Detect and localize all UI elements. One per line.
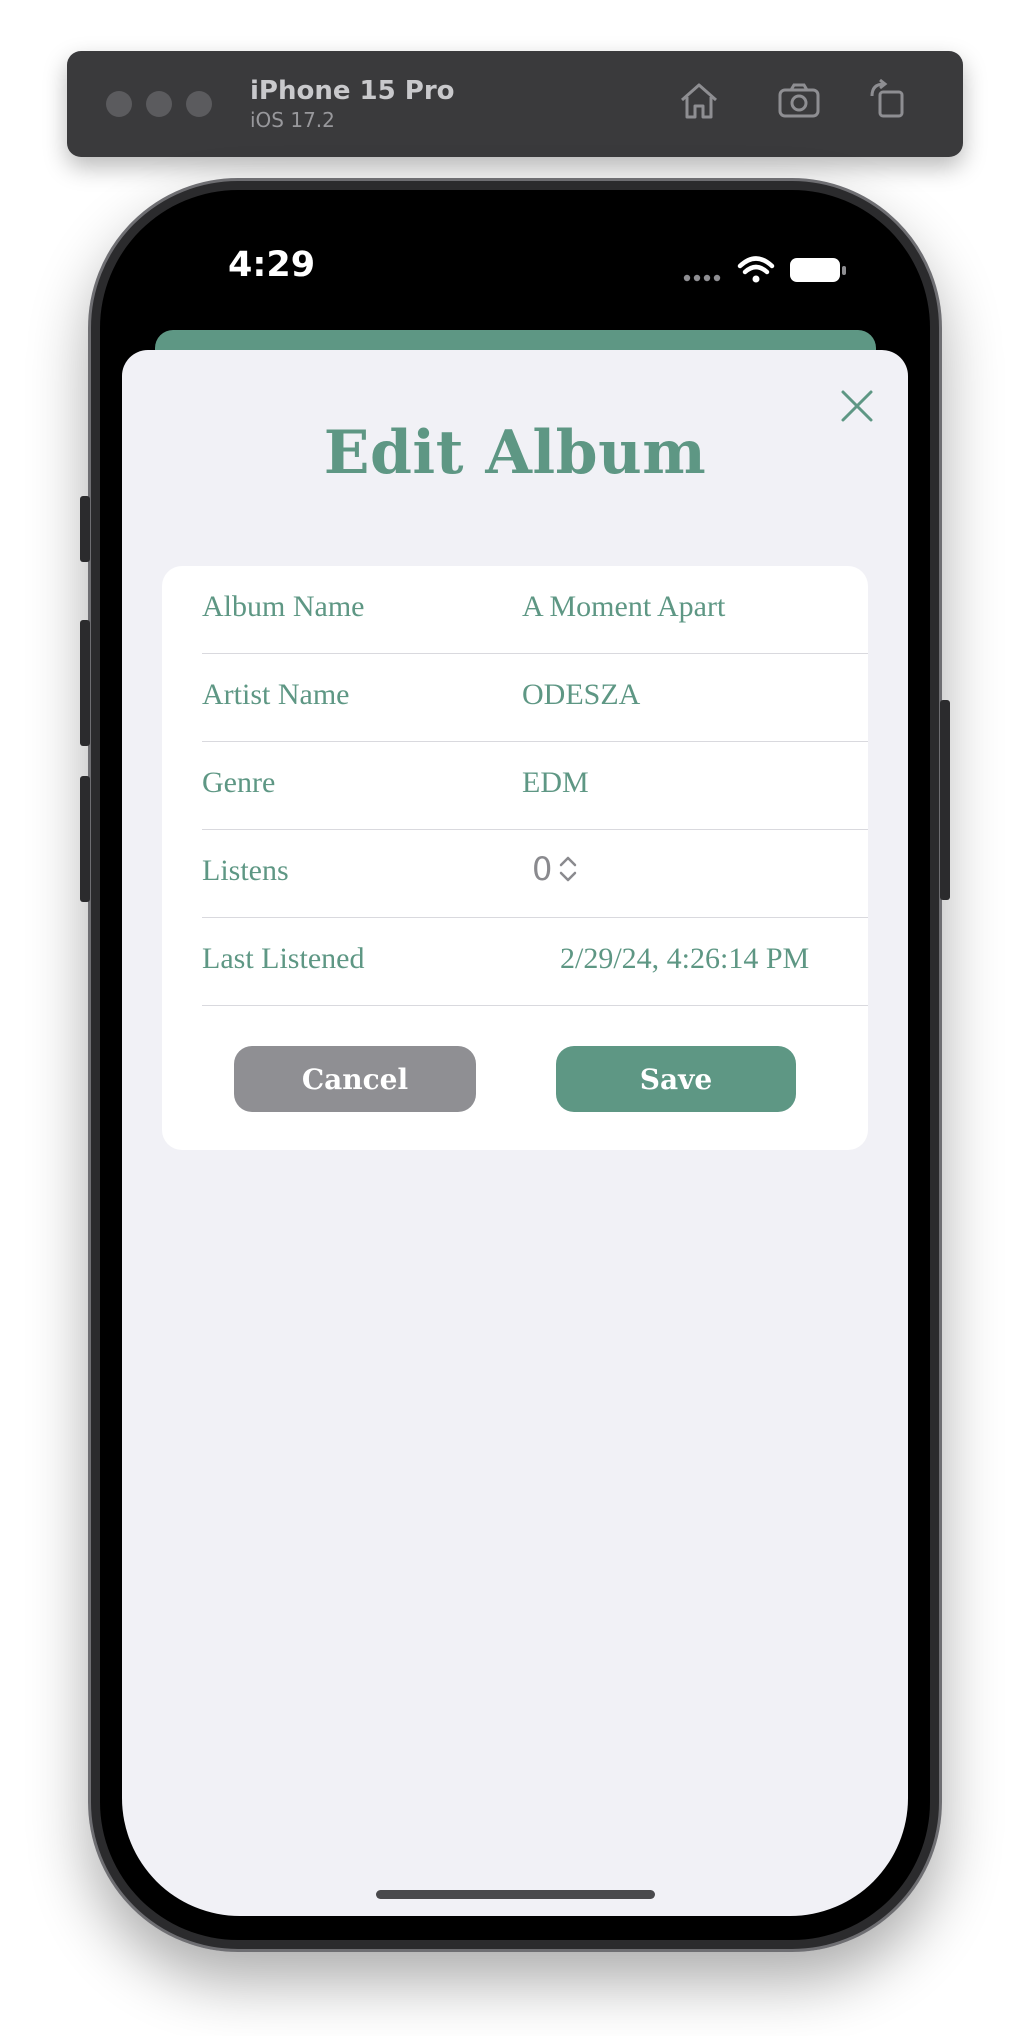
chevron-up-down-icon <box>560 856 577 882</box>
screenshot-icon[interactable] <box>776 78 822 124</box>
album-name-label: Album Name <box>202 590 365 623</box>
last-listened-row[interactable]: Last Listened 2/29/24, 4:26:14 PM <box>202 918 868 1006</box>
device-name: iPhone 15 Pro <box>250 76 455 106</box>
power-button <box>940 700 950 900</box>
cellular-signal-icon <box>683 274 721 282</box>
home-indicator[interactable] <box>376 1890 655 1899</box>
last-listened-label: Last Listened <box>202 942 365 975</box>
wifi-icon <box>737 256 775 283</box>
page-title: Edit Album <box>323 418 707 488</box>
action-button <box>80 496 90 562</box>
save-button[interactable]: Save <box>556 1046 796 1112</box>
home-icon[interactable] <box>676 78 722 124</box>
album-name-field[interactable]: A Moment Apart <box>522 590 725 624</box>
listens-picker[interactable]: 0 <box>532 850 578 888</box>
os-version: iOS 17.2 <box>250 108 335 132</box>
last-listened-date-picker[interactable]: 2/29/24, 4:26:14 PM <box>560 942 809 976</box>
listens-label: Listens <box>202 854 289 887</box>
artist-name-row[interactable]: Artist Name ODESZA <box>202 654 868 742</box>
artist-name-label: Artist Name <box>202 678 350 711</box>
window-zoom-dot[interactable] <box>186 91 212 117</box>
listens-row[interactable]: Listens 0 <box>202 830 868 918</box>
cancel-button[interactable]: Cancel <box>234 1046 476 1112</box>
album-name-row[interactable]: Album Name A Moment Apart <box>202 566 868 654</box>
genre-row[interactable]: Genre EDM <box>202 742 868 830</box>
volume-down-button <box>80 776 90 902</box>
status-time: 4:29 <box>228 245 316 285</box>
window-close-dot[interactable] <box>106 91 132 117</box>
rotate-icon[interactable] <box>866 78 912 124</box>
listens-value: 0 <box>532 850 553 888</box>
window-minimize-dot[interactable] <box>146 91 172 117</box>
genre-label: Genre <box>202 766 276 799</box>
battery-icon <box>790 258 846 282</box>
status-icons <box>683 256 846 283</box>
artist-name-field[interactable]: ODESZA <box>522 678 640 712</box>
volume-up-button <box>80 620 90 746</box>
genre-field[interactable]: EDM <box>522 766 589 800</box>
